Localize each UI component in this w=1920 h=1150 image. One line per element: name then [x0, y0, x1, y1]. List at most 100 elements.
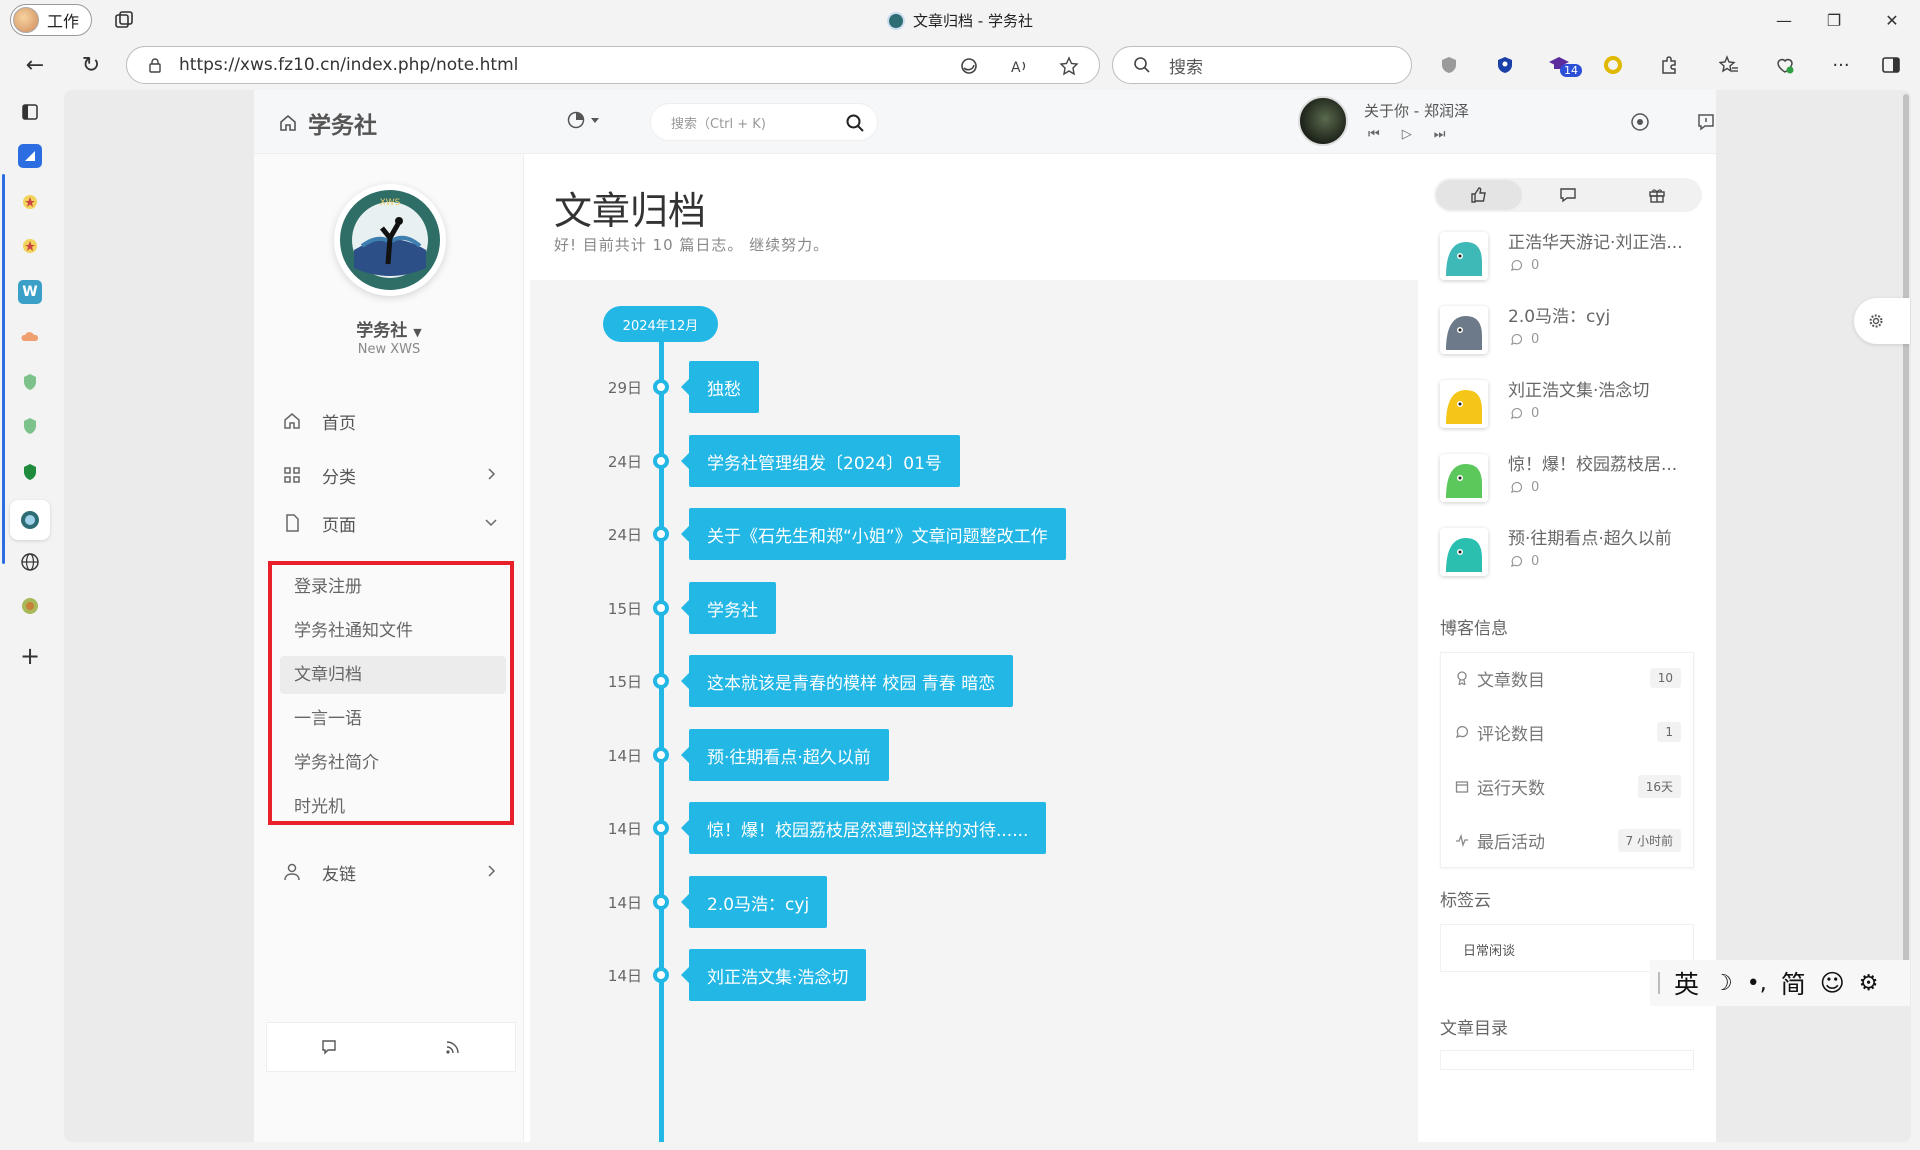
archive-post-link[interactable]: 关于《石先生和郑“小姐”》文章问题整改工作 [681, 508, 1066, 560]
nav-category[interactable]: 分类 [282, 455, 512, 495]
hot-post-item[interactable]: 惊！爆！校园荔枝居... 0 [1440, 450, 1710, 510]
tab-comments[interactable] [1525, 180, 1611, 210]
hot-post-title[interactable]: 预·往期看点·超久以前 [1508, 524, 1708, 549]
tab-blue-app-icon[interactable] [18, 144, 42, 168]
submenu-item-login[interactable]: 登录注册 [280, 568, 506, 606]
tab-shield-icon-2[interactable] [18, 414, 42, 438]
submenu-item-about[interactable]: 学务社简介 [280, 744, 506, 782]
tab-w-icon[interactable]: W [18, 280, 42, 304]
tab-xws-active-icon[interactable] [10, 500, 50, 540]
month-label[interactable]: 2024年12月 [603, 306, 718, 342]
album-cover[interactable] [1298, 96, 1348, 146]
record-icon[interactable] [1630, 112, 1650, 132]
ime-emoji-icon[interactable]: ☺ [1820, 969, 1845, 997]
message-icon[interactable] [1696, 112, 1716, 132]
post-thumbnail[interactable] [1440, 454, 1488, 502]
ime-moon-icon[interactable]: ☽ [1713, 971, 1733, 996]
site-search-icon[interactable] [845, 113, 865, 133]
new-tab-plus-icon[interactable]: + [18, 642, 42, 670]
timeline-date: 15日 [607, 673, 642, 691]
hot-post-item[interactable]: 预·往期看点·超久以前 0 [1440, 524, 1710, 584]
hot-post-item[interactable]: 刘正浩文集·浩念切 0 [1440, 376, 1710, 436]
site-avatar[interactable]: XWS [334, 184, 446, 296]
tag-item[interactable]: 日常闲谈 [1463, 940, 1515, 959]
browser-essentials-icon[interactable] [1774, 54, 1796, 76]
refresh-button[interactable]: ↻ [74, 48, 108, 82]
hot-post-item[interactable]: 2.0马浩：cyj 0 [1440, 302, 1710, 362]
privacy-badger-icon[interactable] [1494, 54, 1516, 76]
restore-button[interactable]: ❐ [1806, 0, 1862, 40]
hot-post-title[interactable]: 惊！爆！校园荔枝居... [1508, 450, 1708, 475]
submenu-item-quotes[interactable]: 一言一语 [280, 700, 506, 738]
close-window-button[interactable]: ✕ [1864, 0, 1920, 40]
ime-script-toggle[interactable]: 简 [1781, 965, 1806, 1001]
nav-home[interactable]: 首页 [282, 401, 512, 441]
sidebar-site-name[interactable]: 学务社 ▼ [254, 316, 524, 341]
favorite-star-icon[interactable] [1059, 56, 1079, 76]
play-icon[interactable]: ▷ [1402, 127, 1412, 142]
archive-post-link[interactable]: 学务社管理组发〔2024〕01号 [681, 435, 960, 487]
minimize-button[interactable]: — [1756, 0, 1812, 40]
rss-icon[interactable] [445, 1039, 461, 1055]
tab-popular[interactable] [1436, 180, 1522, 210]
ime-drag-handle[interactable] [1658, 972, 1660, 994]
archive-post-link[interactable]: 独愁 [681, 361, 759, 413]
site-logo[interactable]: 学务社 [278, 106, 377, 140]
post-thumbnail[interactable] [1440, 528, 1488, 576]
address-bar[interactable]: https://xws.fz10.cn/index.php/note.html … [126, 46, 1100, 84]
post-thumbnail[interactable] [1440, 380, 1488, 428]
tab-round-app-icon[interactable] [18, 594, 42, 618]
tab-gifts[interactable] [1614, 180, 1700, 210]
tab-star-icon-2[interactable] [18, 234, 42, 258]
submenu-item-archive[interactable]: 文章归档 [280, 656, 506, 694]
post-thumbnail[interactable] [1440, 232, 1488, 280]
yellow-ring-extension-icon[interactable] [1602, 54, 1624, 76]
archive-post-link[interactable]: 2.0马浩：cyj [680, 876, 828, 928]
submenu-item-timemachine[interactable]: 时光机 [280, 788, 506, 826]
post-thumbnail[interactable] [1440, 306, 1488, 354]
shield-extension-icon[interactable] [1438, 54, 1460, 76]
next-track-icon[interactable]: ⏭ [1434, 127, 1446, 142]
tab-shield-icon-1[interactable] [18, 370, 42, 394]
archive-post-link[interactable]: 学务社 [681, 582, 776, 634]
gear-icon [1869, 314, 1883, 328]
edge-bar-icon[interactable] [959, 56, 979, 76]
hot-post-title[interactable]: 刘正浩文集·浩念切 [1508, 376, 1708, 401]
tab-shield-icon-3[interactable] [18, 460, 42, 484]
tab-cloud-icon[interactable] [18, 324, 42, 348]
info-activity-value: 7 小时前 [1617, 828, 1681, 852]
vertical-tabs-icon[interactable] [18, 100, 42, 124]
nav-links[interactable]: 友链 [282, 852, 512, 892]
site-favicon-icon [887, 11, 906, 30]
submenu-item-notices[interactable]: 学务社通知文件 [280, 612, 506, 650]
extensions-puzzle-icon[interactable] [1658, 54, 1680, 76]
read-aloud-icon[interactable]: A [1009, 56, 1029, 76]
sidebar-toggle-icon[interactable] [1880, 54, 1902, 76]
archive-post-link[interactable]: 这本就该是青春的模样 校园 青春 暗恋 [680, 655, 1014, 707]
ime-settings-icon[interactable]: ⚙ [1859, 971, 1879, 996]
archive-post-link[interactable]: 刘正浩文集·浩念切 [680, 949, 867, 1001]
theme-switch-button[interactable] [566, 110, 600, 130]
tab-globe-icon[interactable] [18, 550, 42, 574]
previous-track-icon[interactable]: ⏮ [1368, 127, 1380, 142]
back-button[interactable]: ← [18, 48, 52, 82]
archive-post-link[interactable]: 惊！爆！校园荔枝居然遭到这样的对待...... [680, 802, 1047, 854]
chevron-down-icon [485, 519, 497, 527]
comment-icon[interactable] [321, 1039, 337, 1055]
favorites-icon[interactable] [1718, 54, 1740, 76]
hot-post-title[interactable]: 2.0马浩：cyj [1508, 302, 1708, 327]
archive-post-link[interactable]: 预·往期看点·超久以前 [681, 729, 889, 781]
ime-language-toggle[interactable]: 英 [1674, 965, 1699, 1001]
graduation-extension-icon[interactable]: 14 [1548, 54, 1582, 77]
tab-star-icon-1[interactable] [18, 190, 42, 214]
more-menu-icon[interactable]: ··· [1830, 54, 1852, 76]
browser-search-box[interactable]: 搜索 [1112, 46, 1412, 84]
page-viewport: 学务社 搜索（Ctrl + K) 关于你 - 郑润泽 ⏮ ▷ ⏭ XWS 学务社… [64, 90, 1911, 1142]
hot-post-title[interactable]: 正浩华天游记·刘正浩... [1508, 228, 1708, 253]
hot-post-item[interactable]: 正浩华天游记·刘正浩... 0 [1440, 228, 1710, 288]
settings-float-button[interactable] [1854, 298, 1910, 344]
page-scrollbar[interactable] [1903, 94, 1909, 964]
nav-pages[interactable]: 页面 [282, 503, 512, 543]
site-search-input[interactable]: 搜索（Ctrl + K) [650, 103, 878, 141]
ime-punctuation-icon[interactable]: •, [1747, 971, 1767, 996]
